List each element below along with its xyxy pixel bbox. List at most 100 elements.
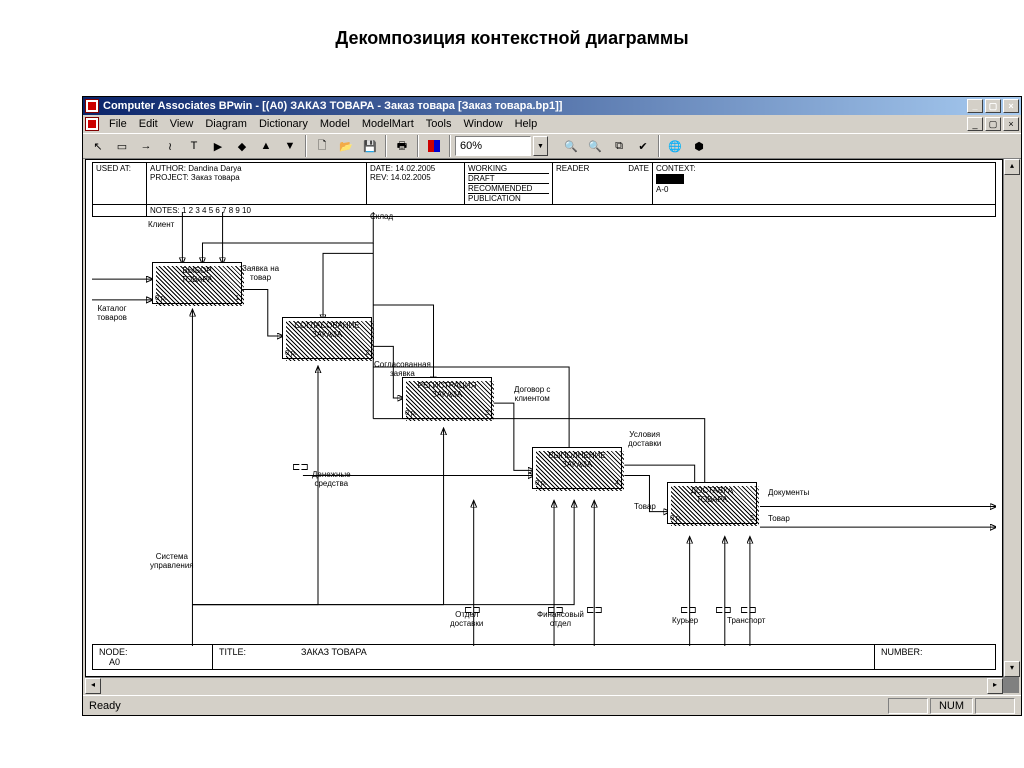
menu-diagram[interactable]: Diagram — [199, 118, 253, 130]
close-button[interactable]: × — [1003, 99, 1019, 113]
activity-1[interactable]: ВЫБОР ТОВАРА 0 р. 1 — [152, 262, 242, 304]
minimize-button[interactable]: _ — [967, 99, 983, 113]
scroll-up-icon[interactable]: ▴ — [1004, 159, 1020, 175]
zoom-combo[interactable]: 60% — [455, 136, 531, 156]
activity-1-number: 1 — [235, 295, 239, 302]
new-icon[interactable]: 🗋 — [311, 135, 333, 157]
parent-tool-icon[interactable]: ◆ — [231, 135, 253, 157]
diagram-paper[interactable]: USED AT: AUTHOR: Dandina Darya PROJECT: … — [85, 159, 1003, 677]
model-explorer-icon[interactable]: ⧉ — [608, 135, 630, 157]
label-usloviya: Условия доставки — [628, 430, 661, 448]
zoom-out-icon[interactable]: 🔍 — [584, 135, 606, 157]
print-icon[interactable]: 🖶 — [391, 135, 413, 157]
menu-dictionary[interactable]: Dictionary — [253, 118, 314, 130]
activity-4[interactable]: ВЫПОЛНЕНИЕ ЗАКАЗА 0 р. 4 — [532, 447, 622, 489]
rev-value: 14.02.2005 — [391, 173, 431, 182]
tunnel-3: ⊏⊐ — [547, 605, 564, 616]
statusbar: Ready NUM — [83, 695, 1021, 715]
number-label: NUMBER: — [881, 647, 923, 657]
menubar: File Edit View Diagram Dictionary Model … — [83, 115, 1021, 133]
activity-5[interactable]: ДОСТАВКА ТОВАРА 0 р. 5 — [667, 482, 757, 524]
spellcheck-icon[interactable]: ✔ — [632, 135, 654, 157]
activity-3-cost: 0 р. — [405, 410, 417, 417]
canvas-area: USED AT: AUTHOR: Dandina Darya PROJECT: … — [85, 159, 1019, 693]
maximize-button[interactable]: ▢ — [985, 99, 1001, 113]
horizontal-scrollbar[interactable]: ◂ ▸ — [85, 677, 1003, 693]
app-window: Computer Associates BPwin - [(A0) ЗАКАЗ … — [82, 96, 1022, 716]
title-value: ЗАКАЗ ТОВАРА — [301, 647, 367, 657]
publication-label: PUBLICATION — [468, 194, 549, 203]
label-tovar2: Товар — [768, 514, 790, 523]
app-icon — [85, 99, 99, 113]
vertical-scrollbar[interactable]: ▴ ▾ — [1003, 159, 1019, 677]
status-num: NUM — [930, 698, 973, 714]
zoom-in-icon[interactable]: 🔍 — [560, 135, 582, 157]
child-down-icon[interactable]: ▼ — [279, 135, 301, 157]
scroll-down-icon[interactable]: ▾ — [1004, 661, 1020, 677]
context-node: A-0 — [656, 185, 668, 194]
arrow-tool-icon[interactable]: → — [135, 135, 157, 157]
activity-4-cost: 0 р. — [535, 480, 547, 487]
open-icon[interactable]: 📂 — [335, 135, 357, 157]
save-icon[interactable]: 💾 — [359, 135, 381, 157]
zoom-dropdown-icon[interactable]: ▼ — [533, 136, 548, 156]
window-title: Computer Associates BPwin - [(A0) ЗАКАЗ … — [103, 100, 967, 112]
scroll-left-icon[interactable]: ◂ — [85, 678, 101, 694]
label-denezh: Денежные средства — [312, 470, 351, 488]
reader-label: READER — [556, 164, 589, 173]
label-transport: Транспорт — [727, 616, 765, 625]
menu-window[interactable]: Window — [457, 118, 508, 130]
mdi-close-button[interactable]: × — [1003, 117, 1019, 131]
toolbar: ↖ ▭ → ≀ T ▶ ◆ ▲ ▼ 🗋 📂 💾 🖶 60% ▼ 🔍 🔍 ⧉ ✔ — [83, 133, 1021, 159]
squiggle-tool-icon[interactable]: ≀ — [159, 135, 181, 157]
label-klient: Клиент — [148, 220, 174, 229]
menu-help[interactable]: Help — [509, 118, 544, 130]
child-up-icon[interactable]: ▲ — [255, 135, 277, 157]
label-sklad: Склад — [370, 212, 393, 221]
draft-label: DRAFT — [468, 174, 549, 184]
page-title: Декомпозиция контекстной диаграммы — [0, 0, 1024, 67]
activity-5-name: ДОСТАВКА ТОВАРА — [668, 483, 756, 504]
label-dokumenty: Документы — [768, 488, 809, 497]
tunnel-7: ⊏⊐ — [740, 605, 757, 616]
activity-1-cost: 0 р. — [155, 295, 167, 302]
menu-model[interactable]: Model — [314, 118, 356, 130]
activity-2[interactable]: СОГЛАСОВАНИЕ ЗАКАЗА 0 р. 2 — [282, 317, 372, 359]
context-label: CONTEXT: — [656, 164, 696, 173]
activity-2-cost: 0 р. — [285, 350, 297, 357]
pointer-tool-icon[interactable]: ↖ — [87, 135, 109, 157]
menu-file[interactable]: File — [103, 118, 133, 130]
activity-tool-icon[interactable]: ▭ — [111, 135, 133, 157]
scroll-right-icon[interactable]: ▸ — [987, 678, 1003, 694]
recommended-label: RECOMMENDED — [468, 184, 549, 194]
footer-info-block: NODE: A0 TITLE: ЗАКАЗ ТОВАРА NUMBER: — [92, 644, 996, 670]
doc-icon[interactable] — [85, 117, 99, 131]
date-value: 14.02.2005 — [395, 164, 435, 173]
mdi-maximize-button[interactable]: ▢ — [985, 117, 1001, 131]
tunnel-1: ⊏⊐ — [292, 462, 309, 473]
diagram-body: ВЫБОР ТОВАРА 0 р. 1 СОГЛАСОВАНИЕ ЗАКАЗА … — [92, 212, 996, 646]
reports-icon[interactable] — [423, 135, 445, 157]
menu-edit[interactable]: Edit — [133, 118, 164, 130]
used-at-label: USED AT: — [93, 163, 147, 204]
activity-5-number: 5 — [750, 515, 754, 522]
text-tool-icon[interactable]: T — [183, 135, 205, 157]
mdi-minimize-button[interactable]: _ — [967, 117, 983, 131]
decompose-tool-icon[interactable]: ▶ — [207, 135, 229, 157]
label-kuryer: Курьер — [672, 616, 698, 625]
menu-tools[interactable]: Tools — [420, 118, 458, 130]
project-label: PROJECT: — [150, 173, 189, 182]
modelmart-icon[interactable]: 🌐 — [664, 135, 686, 157]
menu-modelmart[interactable]: ModelMart — [356, 118, 420, 130]
label-katalog: Каталог товаров — [88, 304, 136, 322]
node-value: A0 — [109, 657, 120, 667]
menu-view[interactable]: View — [164, 118, 200, 130]
header-info-block: USED AT: AUTHOR: Dandina Darya PROJECT: … — [92, 162, 996, 217]
activity-3[interactable]: РЕГИСТРАЦИЯ ЗАКАЗА 0 р. 3 — [402, 377, 492, 419]
author-label: AUTHOR: — [150, 164, 186, 173]
activity-2-number: 2 — [365, 350, 369, 357]
tunnel-5: ⊏⊐ — [680, 605, 697, 616]
modelmart2-icon[interactable]: ⬢ — [688, 135, 710, 157]
label-dogovor: Договор с клиентом — [514, 385, 550, 403]
tunnel-2: ⊏⊐ — [464, 605, 481, 616]
